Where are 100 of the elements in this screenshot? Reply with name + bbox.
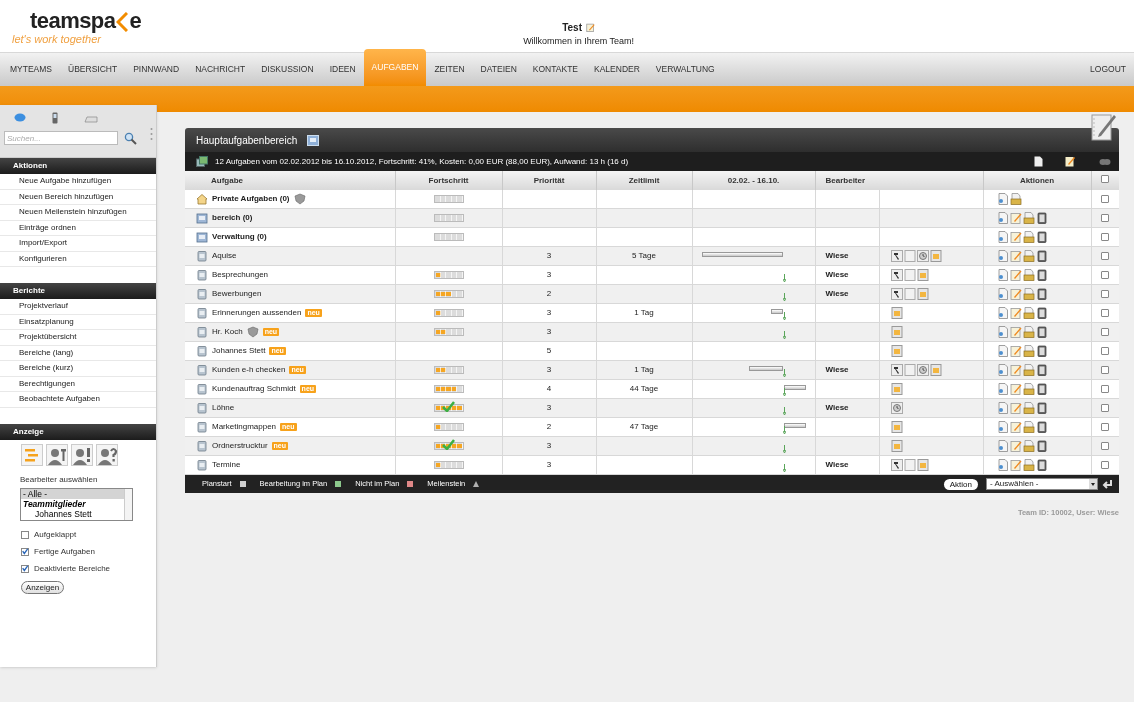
column-header[interactable]: Aktionen bbox=[983, 171, 1091, 190]
task-name[interactable]: Termine bbox=[212, 459, 241, 471]
sidebar-link[interactable]: Bereiche (kurz) bbox=[0, 361, 156, 377]
row-checkbox[interactable] bbox=[1101, 194, 1110, 203]
search-field[interactable]: Suchen... bbox=[4, 131, 118, 145]
sidebar-link[interactable]: Einträge ordnen bbox=[0, 220, 156, 236]
hammer-icon bbox=[890, 459, 903, 471]
row-checkbox[interactable] bbox=[1101, 232, 1110, 241]
action-select[interactable]: - Auswählen - bbox=[986, 478, 1098, 490]
sidebar-link[interactable]: Berechtigungen bbox=[0, 376, 156, 392]
nav-tab[interactable]: DISKUSSION bbox=[253, 53, 322, 86]
sidebar-link[interactable]: Bereiche (lang) bbox=[0, 345, 156, 361]
task-name[interactable]: Hr. Koch bbox=[212, 326, 243, 338]
row-checkbox[interactable] bbox=[1101, 460, 1110, 469]
task-name[interactable]: Erinnerungen aussenden bbox=[212, 307, 302, 319]
row-checkbox[interactable] bbox=[1101, 441, 1110, 450]
edit-icon bbox=[1009, 421, 1022, 433]
nav-tab[interactable]: ÜBERSICHT bbox=[60, 53, 126, 86]
assignee-name: Wiese bbox=[825, 460, 849, 469]
nav-tab[interactable]: PINNWAND bbox=[125, 53, 188, 86]
sidebar-link[interactable]: Projektübersicht bbox=[0, 330, 156, 346]
row-checkbox[interactable] bbox=[1101, 384, 1110, 393]
task-name[interactable]: Ordnerstrucktur bbox=[212, 440, 268, 452]
row-checkbox[interactable] bbox=[1101, 327, 1110, 336]
column-header[interactable]: 02.02. - 16.10. bbox=[692, 171, 815, 190]
checkbox[interactable] bbox=[21, 547, 29, 556]
nav-tab[interactable]: KONTAKTE bbox=[524, 53, 586, 86]
sidebar-link[interactable]: Einsatzplanung bbox=[0, 314, 156, 330]
task-name[interactable]: Löhne bbox=[212, 402, 235, 414]
column-header[interactable]: Aufgabe bbox=[185, 171, 395, 190]
chat-bubble-icon[interactable] bbox=[14, 113, 26, 123]
row-checkbox[interactable] bbox=[1101, 346, 1110, 355]
folder-icon[interactable] bbox=[307, 134, 320, 146]
edit-icon[interactable] bbox=[1065, 156, 1075, 167]
nav-tab[interactable]: DATEIEN bbox=[472, 53, 525, 86]
row-checkbox[interactable] bbox=[1101, 251, 1110, 260]
task-name[interactable]: Kundenauftrag Schmidt bbox=[212, 383, 296, 395]
row-checkbox[interactable] bbox=[1101, 422, 1110, 431]
checkbox[interactable] bbox=[21, 530, 29, 539]
task-name[interactable]: Aquise bbox=[212, 250, 237, 262]
welcome-text: Willkommen in Ihrem Team! bbox=[523, 35, 634, 48]
enter-icon[interactable] bbox=[1102, 479, 1113, 489]
search-icon[interactable] bbox=[124, 131, 137, 145]
sidebar-link[interactable]: Konfigurieren bbox=[0, 251, 156, 267]
show-button[interactable]: Anzeigen bbox=[21, 580, 64, 594]
document-icon[interactable] bbox=[1034, 156, 1043, 167]
action-button[interactable]: Aktion bbox=[943, 478, 978, 490]
task-name[interactable]: Marketingmappen bbox=[212, 421, 277, 433]
jar-icon bbox=[890, 307, 903, 319]
sidebar-link[interactable]: Neue Aufgabe hinzufügen bbox=[0, 174, 156, 190]
task-name[interactable]: Kunden e-h checken bbox=[212, 364, 286, 376]
priority-value: 5 bbox=[546, 346, 552, 355]
person-question-icon[interactable] bbox=[96, 443, 118, 466]
nav-tab[interactable]: ZEITEN bbox=[426, 53, 473, 86]
checkbox-label: Aufgeklappt bbox=[34, 528, 77, 541]
jar-icon bbox=[916, 459, 929, 471]
row-checkbox[interactable] bbox=[1101, 308, 1110, 317]
column-header[interactable]: Fortschritt bbox=[395, 171, 502, 190]
task-name[interactable]: Private Aufgaben (0) bbox=[212, 193, 290, 205]
row-checkbox[interactable] bbox=[1101, 365, 1110, 374]
column-header[interactable]: Priorität bbox=[502, 171, 596, 190]
nav-tab[interactable]: KALENDER bbox=[586, 53, 648, 86]
sidebar-link[interactable]: Neuen Meilenstein hinzufügen bbox=[0, 205, 156, 221]
logout-link[interactable]: LOGOUT bbox=[1090, 53, 1134, 86]
sidebar-link[interactable]: Beobachtete Aufgaben bbox=[0, 392, 156, 408]
person-exclamation-icon[interactable] bbox=[71, 443, 93, 466]
sidebar-link[interactable]: Neuen Bereich hinzufügen bbox=[0, 189, 156, 205]
row-checkbox[interactable] bbox=[1101, 213, 1110, 222]
list-option[interactable]: - Alle - bbox=[21, 488, 124, 499]
nav-tab[interactable]: MYTEAMS bbox=[2, 53, 61, 86]
person-tool-icon[interactable] bbox=[46, 443, 68, 466]
nav-tab[interactable]: VERWALTUNG bbox=[647, 53, 723, 86]
select-all-checkbox[interactable] bbox=[1101, 174, 1110, 183]
column-header[interactable]: Zeitlimit bbox=[596, 171, 692, 190]
list-option[interactable]: Johannes Stett bbox=[21, 508, 124, 519]
sidebar-link[interactable]: Import/Export bbox=[0, 236, 156, 252]
notepad-pencil-icon[interactable] bbox=[1091, 112, 1117, 142]
row-checkbox[interactable] bbox=[1101, 289, 1110, 298]
page-icon bbox=[903, 364, 916, 376]
drag-handle-icon[interactable] bbox=[150, 127, 153, 141]
task-name[interactable]: Johannes Stett bbox=[212, 345, 266, 357]
list-option[interactable]: Teammitglieder bbox=[21, 498, 124, 509]
column-header[interactable]: Bearbeiter bbox=[815, 171, 983, 190]
scrollbar[interactable] bbox=[124, 488, 132, 520]
nav-tab[interactable]: NACHRICHT bbox=[187, 53, 254, 86]
assignee-listbox[interactable]: - Alle - Teammitglieder Johannes Stett bbox=[20, 487, 133, 521]
task-name[interactable]: Bewerbungen bbox=[212, 288, 262, 300]
time-limit: 1 Tag bbox=[634, 308, 654, 317]
row-checkbox[interactable] bbox=[1101, 270, 1110, 279]
checkbox[interactable] bbox=[21, 564, 29, 573]
sidebar-link[interactable]: Projektverlauf bbox=[0, 299, 156, 315]
caret-icon[interactable] bbox=[1089, 479, 1097, 489]
edit-icon bbox=[1009, 269, 1022, 281]
task-name[interactable]: Besprechungen bbox=[212, 269, 269, 281]
task-name[interactable]: Verwaltung (0) bbox=[212, 231, 267, 243]
task-name[interactable]: bereich (0) bbox=[212, 212, 253, 224]
row-checkbox[interactable] bbox=[1101, 403, 1110, 412]
nav-tab[interactable]: IDEEN bbox=[321, 53, 364, 86]
cloud-icon[interactable] bbox=[1099, 158, 1111, 165]
phone-icon[interactable] bbox=[52, 112, 58, 124]
